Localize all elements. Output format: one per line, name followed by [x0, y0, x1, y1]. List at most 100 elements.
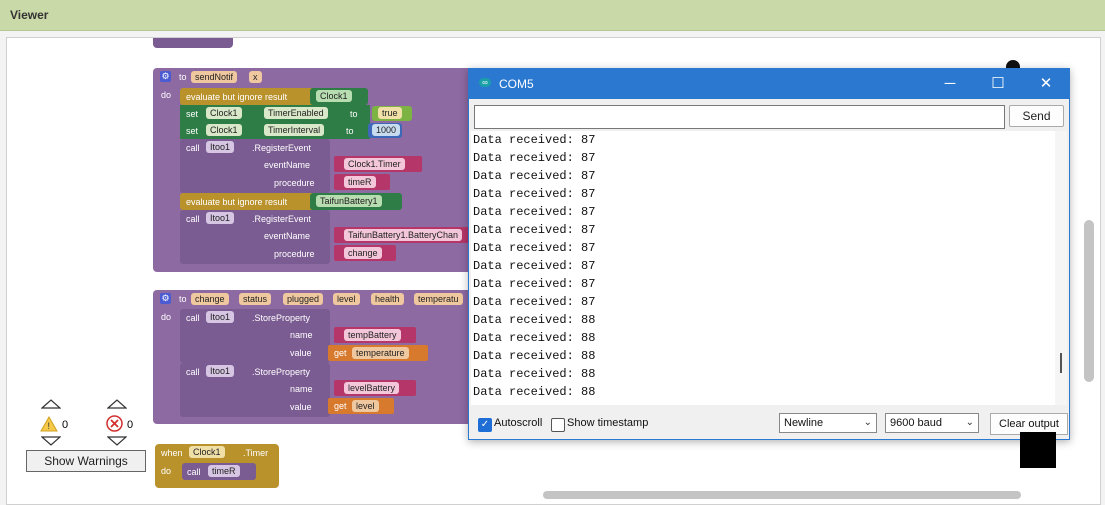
do-label: do — [161, 312, 172, 322]
true-value[interactable]: true — [378, 107, 402, 119]
number-block[interactable]: 1000 — [368, 123, 402, 138]
output-line: Data received: 87 — [473, 295, 596, 309]
chevron-down-icon[interactable] — [107, 436, 127, 446]
evaluate-label: evaluate but ignore result — [186, 197, 288, 207]
true-block[interactable]: true — [372, 106, 412, 121]
param-chip[interactable]: status — [239, 293, 272, 305]
procedure-value[interactable]: change — [344, 247, 382, 259]
text-block[interactable]: tempBattery — [334, 327, 416, 343]
get-block[interactable]: get temperature — [328, 345, 428, 361]
registerevent-block-2[interactable]: call Itoo1 .RegisterEvent eventName proc… — [180, 210, 330, 264]
proc-select[interactable]: timeR — [208, 465, 240, 477]
name-value[interactable]: tempBattery — [344, 329, 401, 341]
chevron-down-icon[interactable] — [41, 436, 61, 446]
gear-icon[interactable]: ⚙ — [160, 71, 171, 82]
output-line: Data received: 87 — [473, 259, 596, 273]
text-block[interactable]: change — [334, 245, 396, 261]
to-label: to — [179, 294, 187, 304]
registerevent-block-1[interactable]: call Itoo1 .RegisterEvent eventName proc… — [180, 139, 330, 193]
text-block[interactable]: levelBattery — [334, 380, 416, 396]
storeproperty-block-1[interactable]: call Itoo1 .StoreProperty name value — [180, 309, 330, 363]
maximize-icon[interactable]: ☐ — [987, 73, 1009, 95]
svg-text:!: ! — [48, 421, 51, 431]
output-line: Data received: 88 — [473, 385, 596, 399]
param-chip[interactable]: health — [371, 293, 404, 305]
procedure-name-field[interactable]: sendNotif — [191, 71, 238, 83]
set-timerinterval-block[interactable]: set Clock1 TimerInterval to — [180, 122, 370, 139]
set-timerenabled-block[interactable]: set Clock1 TimerEnabled to — [180, 105, 370, 122]
eventname-value[interactable]: Clock1.Timer — [344, 158, 405, 170]
name-label: name — [290, 330, 313, 340]
method-label: .RegisterEvent — [252, 214, 312, 224]
itoo-select[interactable]: Itoo1 — [206, 311, 235, 323]
warning-icon: ! — [40, 416, 58, 432]
scrollbar-thumb[interactable] — [1060, 353, 1062, 373]
do-label: do — [161, 466, 172, 476]
serial-input[interactable] — [474, 105, 1005, 129]
get-block[interactable]: get level — [328, 398, 394, 414]
trash-can[interactable] — [1020, 432, 1056, 468]
line-ending-select[interactable]: Newline ⌄ — [779, 413, 877, 433]
battery-component-block[interactable]: TaifunBattery1 — [310, 193, 402, 210]
clock-chip[interactable]: Clock1 — [316, 90, 352, 102]
clock-select[interactable]: Clock1 — [206, 107, 242, 119]
call-label: call — [186, 367, 200, 377]
get-value[interactable]: level — [352, 400, 379, 412]
timestamp-checkbox[interactable] — [551, 418, 565, 432]
clock-select[interactable]: Clock1 — [206, 124, 242, 136]
event-label: .Timer — [243, 448, 269, 458]
text-block[interactable]: Clock1.Timer — [334, 156, 422, 172]
procedure-name-field[interactable]: change — [191, 293, 229, 305]
call-timer-block[interactable]: call timeR — [182, 463, 256, 480]
property-select[interactable]: TimerInterval — [264, 124, 325, 136]
procedure-label: procedure — [274, 249, 315, 259]
battery-chip[interactable]: TaifunBattery1 — [316, 195, 382, 207]
param-chip[interactable]: level — [333, 293, 360, 305]
get-label: get — [334, 401, 347, 411]
storeproperty-block-2[interactable]: call Itoo1 .StoreProperty name value — [180, 363, 330, 417]
close-chip[interactable]: x — [249, 71, 262, 83]
show-warnings-button[interactable]: Show Warnings — [26, 450, 146, 472]
autoscroll-checkbox[interactable]: ✓ — [478, 418, 492, 432]
param-chip[interactable]: plugged — [283, 293, 324, 305]
workspace-horizontal-scrollbar[interactable] — [543, 491, 1021, 499]
output-line: Data received: 88 — [473, 367, 596, 381]
itoo-select[interactable]: Itoo1 — [206, 212, 235, 224]
when-label: when — [161, 448, 183, 458]
itoo-select[interactable]: Itoo1 — [206, 365, 235, 377]
error-count: 0 — [127, 419, 134, 431]
name-value[interactable]: levelBattery — [344, 382, 400, 394]
get-value[interactable]: temperature — [352, 347, 409, 359]
warning-count: 0 — [62, 419, 69, 431]
clock-component-block[interactable]: Clock1 — [310, 88, 368, 105]
property-select[interactable]: TimerEnabled — [264, 107, 328, 119]
close-icon[interactable]: ✕ — [1035, 73, 1057, 95]
serial-monitor-window[interactable]: ∞ COM5 ─ ☐ ✕ Send Data received: 87 Data… — [468, 68, 1070, 440]
set-label: set — [186, 126, 199, 136]
minimize-icon[interactable]: ─ — [939, 73, 961, 95]
workspace-vertical-scrollbar[interactable] — [1084, 220, 1094, 382]
autoscroll-label: Autoscroll — [494, 417, 543, 429]
output-scrollbar[interactable] — [1055, 131, 1067, 405]
output-line: Data received: 88 — [473, 313, 596, 327]
param-chip[interactable]: temperatu — [414, 293, 463, 305]
interval-value[interactable]: 1000 — [372, 124, 401, 136]
text-block[interactable]: TaifunBattery1.BatteryChan — [334, 227, 473, 243]
eventname-value[interactable]: TaifunBattery1.BatteryChan — [344, 229, 463, 241]
title-bar[interactable]: ∞ COM5 ─ ☐ ✕ — [469, 69, 1069, 99]
partial-block[interactable] — [153, 38, 233, 48]
text-block[interactable]: timeR — [334, 174, 390, 190]
itoo-select[interactable]: Itoo1 — [206, 141, 235, 153]
send-button[interactable]: Send — [1009, 105, 1064, 127]
to-label: to — [179, 72, 187, 82]
serial-output[interactable]: Data received: 87 Data received: 87 Data… — [471, 131, 1067, 405]
baud-value: 9600 baud — [890, 417, 942, 429]
baud-select[interactable]: 9600 baud ⌄ — [885, 413, 979, 433]
chevron-up-icon[interactable] — [107, 399, 127, 409]
clock-select[interactable]: Clock1 — [189, 446, 225, 458]
window-title: COM5 — [499, 77, 534, 91]
gear-icon[interactable]: ⚙ — [160, 293, 171, 304]
procedure-value[interactable]: timeR — [344, 176, 376, 188]
chevron-up-icon[interactable] — [41, 399, 61, 409]
chevron-down-icon: ⌄ — [863, 417, 872, 428]
